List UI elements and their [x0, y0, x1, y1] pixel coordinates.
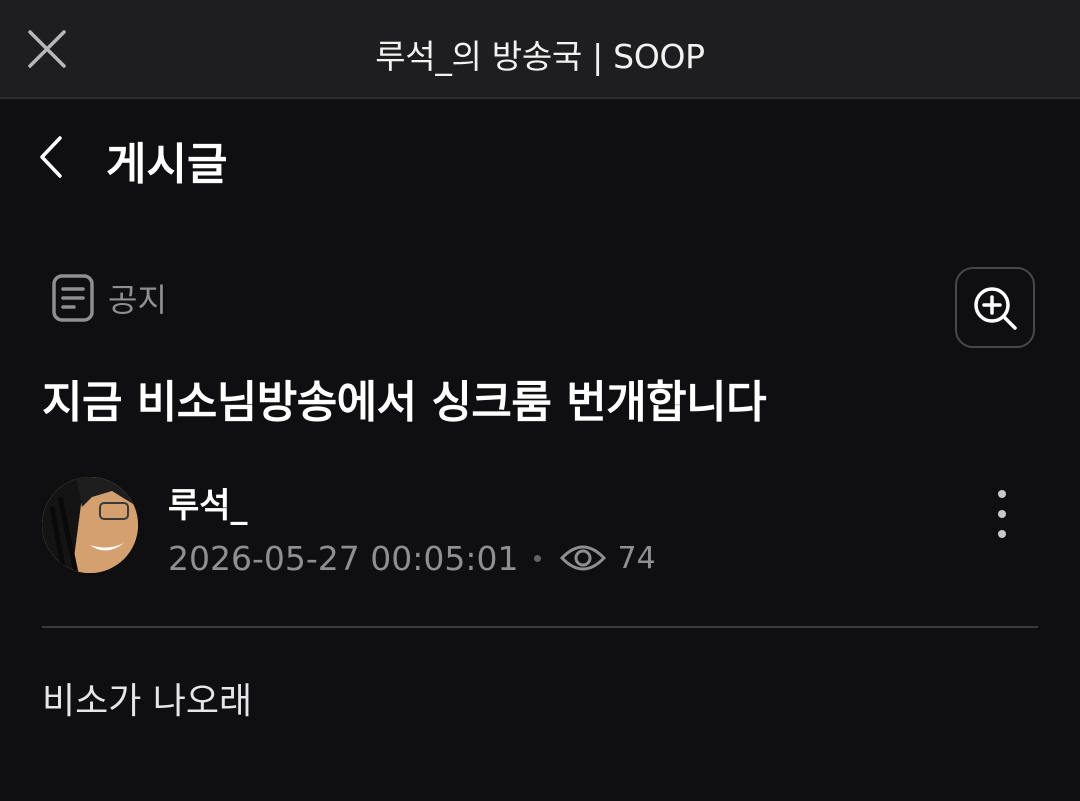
post-category: 공지 — [50, 272, 167, 324]
more-options-button[interactable] — [982, 490, 1022, 538]
eye-icon — [560, 545, 607, 571]
more-vertical-icon — [998, 530, 1006, 538]
window-title-bar: 루석_의 방송국 | SOOP — [0, 0, 1080, 99]
window-title: 루석_의 방송국 | SOOP — [375, 37, 705, 76]
avatar-image — [42, 477, 138, 573]
view-count: 74 — [617, 540, 656, 576]
category-label: 공지 — [108, 281, 167, 319]
zoom-in-button[interactable] — [955, 267, 1035, 348]
author-avatar[interactable] — [42, 477, 138, 573]
post-date: 2026-05-27 00:05:01 — [168, 538, 519, 578]
document-icon — [52, 274, 94, 322]
divider — [42, 626, 1038, 628]
back-button[interactable] — [34, 134, 70, 180]
more-vertical-icon — [998, 490, 1006, 498]
separator-dot — [534, 554, 542, 562]
post-meta: 2026-05-27 00:05:01 74 — [168, 536, 656, 580]
page-title: 게시글 — [106, 139, 228, 190]
author-name[interactable]: 루석_ — [168, 478, 248, 527]
post-title: 지금 비소님방송에서 싱크룸 번개합니다 — [42, 377, 767, 428]
chevron-left-icon — [40, 136, 62, 178]
zoom-in-icon — [974, 286, 1017, 330]
post-body: 비소가 나오래 — [42, 681, 253, 722]
more-vertical-icon — [998, 510, 1006, 518]
